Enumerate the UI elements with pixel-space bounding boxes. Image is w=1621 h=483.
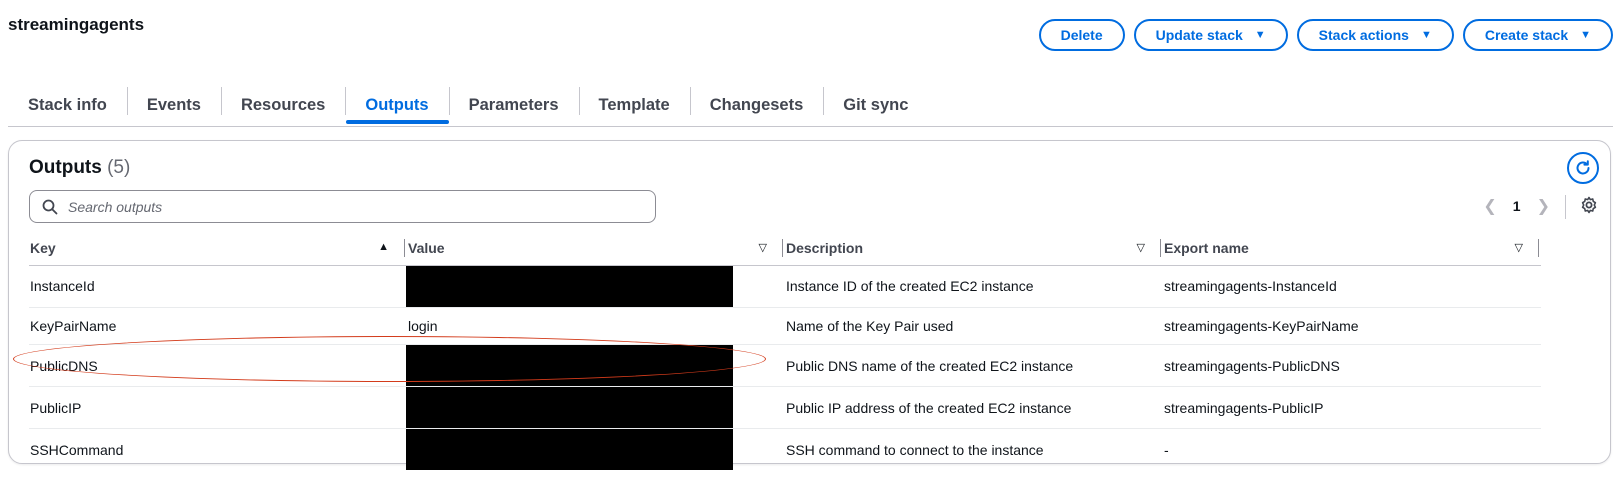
column-header-key[interactable]: Key ▲	[29, 231, 407, 266]
redaction-block	[406, 265, 733, 307]
tab-outputs[interactable]: Outputs	[345, 84, 449, 127]
tab-stack-info[interactable]: Stack info	[8, 84, 127, 127]
cell-value	[406, 265, 785, 308]
gear-icon	[1581, 196, 1597, 214]
table-row: PublicDNS Public DNS name of the created…	[29, 344, 1541, 387]
current-page[interactable]: 1	[1513, 198, 1521, 214]
caret-down-icon: ▼	[1254, 29, 1266, 41]
column-header-label: Description	[786, 239, 864, 256]
column-header-label: Value	[408, 239, 445, 256]
cell-key: PublicIP	[29, 386, 407, 429]
column-header-label: Export name	[1164, 239, 1249, 256]
cell-description: Instance ID of the created EC2 instance	[785, 265, 1163, 308]
stack-actions-button[interactable]: Stack actions ▼	[1296, 19, 1454, 51]
search-icon	[42, 199, 58, 214]
column-resizer[interactable]	[1538, 239, 1539, 257]
table-row: InstanceId Instance ID of the created EC…	[29, 265, 1541, 308]
update-stack-button[interactable]: Update stack ▼	[1133, 19, 1288, 51]
caret-down-icon: ▼	[1420, 29, 1432, 41]
cell-export-name: streamingagents-KeyPairName	[1163, 307, 1541, 345]
cell-export-name: streamingagents-PublicIP	[1163, 386, 1541, 429]
stack-title: streamingagents	[8, 15, 145, 34]
cell-value	[406, 344, 785, 387]
next-page-button[interactable]: ❯	[1537, 196, 1550, 216]
caret-down-icon: ▼	[1580, 29, 1591, 41]
preferences-button[interactable]	[1580, 196, 1598, 219]
redaction-block	[406, 387, 733, 428]
cell-value	[406, 386, 785, 429]
cell-description: Public DNS name of the created EC2 insta…	[785, 344, 1163, 387]
create-stack-button[interactable]: Create stack ▼	[1462, 19, 1613, 51]
cell-export-name: -	[1164, 441, 1169, 458]
search-box	[29, 190, 656, 223]
update-stack-label: Update stack	[1155, 27, 1243, 43]
cell-key: SSHCommand	[30, 441, 124, 458]
cell-description: Name of the Key Pair used	[785, 307, 1163, 345]
delete-button[interactable]: Delete	[1038, 19, 1125, 51]
table-header-row: Key ▲ Value ▽ Description ▽ Export name ▽	[29, 231, 1541, 266]
column-header-export-name[interactable]: Export name ▽	[1163, 231, 1541, 266]
cell-description: Public IP address of the created EC2 ins…	[785, 386, 1163, 429]
outputs-title: Outputs	[29, 157, 102, 178]
cell-key: KeyPairName	[29, 307, 407, 345]
sort-icon: ▽	[1514, 242, 1523, 254]
table-row: SSHCommand SSH command to connect to the…	[29, 429, 1541, 470]
column-header-label: Key	[30, 239, 56, 256]
column-header-value[interactable]: Value ▽	[407, 231, 785, 266]
tab-git-sync[interactable]: Git sync	[823, 84, 928, 127]
pagination: ❮ 1 ❯	[1483, 196, 1550, 216]
sort-ascending-icon: ▲	[378, 241, 389, 253]
create-stack-label: Create stack	[1484, 27, 1569, 43]
column-resizer[interactable]	[1160, 239, 1161, 257]
tab-template[interactable]: Template	[578, 84, 690, 127]
stack-actions-label: Stack actions	[1318, 27, 1409, 43]
previous-page-button[interactable]: ❮	[1483, 196, 1496, 216]
column-resizer[interactable]	[782, 239, 783, 257]
redaction-block	[406, 429, 733, 470]
outputs-count: (5)	[107, 157, 131, 178]
cell-description: SSH command to connect to the instance	[786, 441, 1044, 458]
table-row: KeyPairName login Name of the Key Pair u…	[29, 307, 1541, 345]
tab-events[interactable]: Events	[126, 84, 221, 127]
redaction-block	[406, 345, 733, 386]
outputs-heading: Outputs (5)	[29, 157, 130, 179]
divider	[1565, 195, 1566, 219]
search-input[interactable]	[68, 198, 628, 215]
stack-tabs: Stack info Events Resources Outputs Para…	[8, 84, 1613, 127]
cell-export-name: streamingagents-PublicDNS	[1163, 344, 1541, 387]
tab-parameters[interactable]: Parameters	[448, 84, 579, 127]
cell-export-name: streamingagents-InstanceId	[1163, 265, 1541, 308]
sort-icon: ▽	[758, 242, 767, 254]
cell-key: PublicDNS	[29, 344, 407, 387]
cell-key: InstanceId	[29, 265, 407, 308]
cell-value: login	[407, 307, 785, 345]
column-resizer[interactable]	[404, 239, 405, 257]
tab-resources[interactable]: Resources	[220, 84, 345, 127]
outputs-panel: Outputs (5) ❮ 1 ❯ Key▲ Va	[8, 140, 1611, 470]
cell-value	[406, 429, 785, 470]
refresh-icon	[1576, 160, 1590, 175]
column-header-description[interactable]: Description ▽	[785, 231, 1163, 266]
delete-button-label: Delete	[1060, 27, 1103, 43]
outputs-table: Key ▲ Value ▽ Description ▽ Export name ▽ In…	[29, 231, 1541, 470]
sort-icon: ▽	[1136, 242, 1145, 254]
stack-actions-bar: Delete Update stack ▼ Stack actions ▼ Crea…	[1038, 19, 1613, 51]
refresh-button[interactable]	[1567, 152, 1599, 184]
tab-changesets[interactable]: Changesets	[689, 84, 824, 127]
table-row: PublicIP Public IP address of the create…	[29, 386, 1541, 429]
